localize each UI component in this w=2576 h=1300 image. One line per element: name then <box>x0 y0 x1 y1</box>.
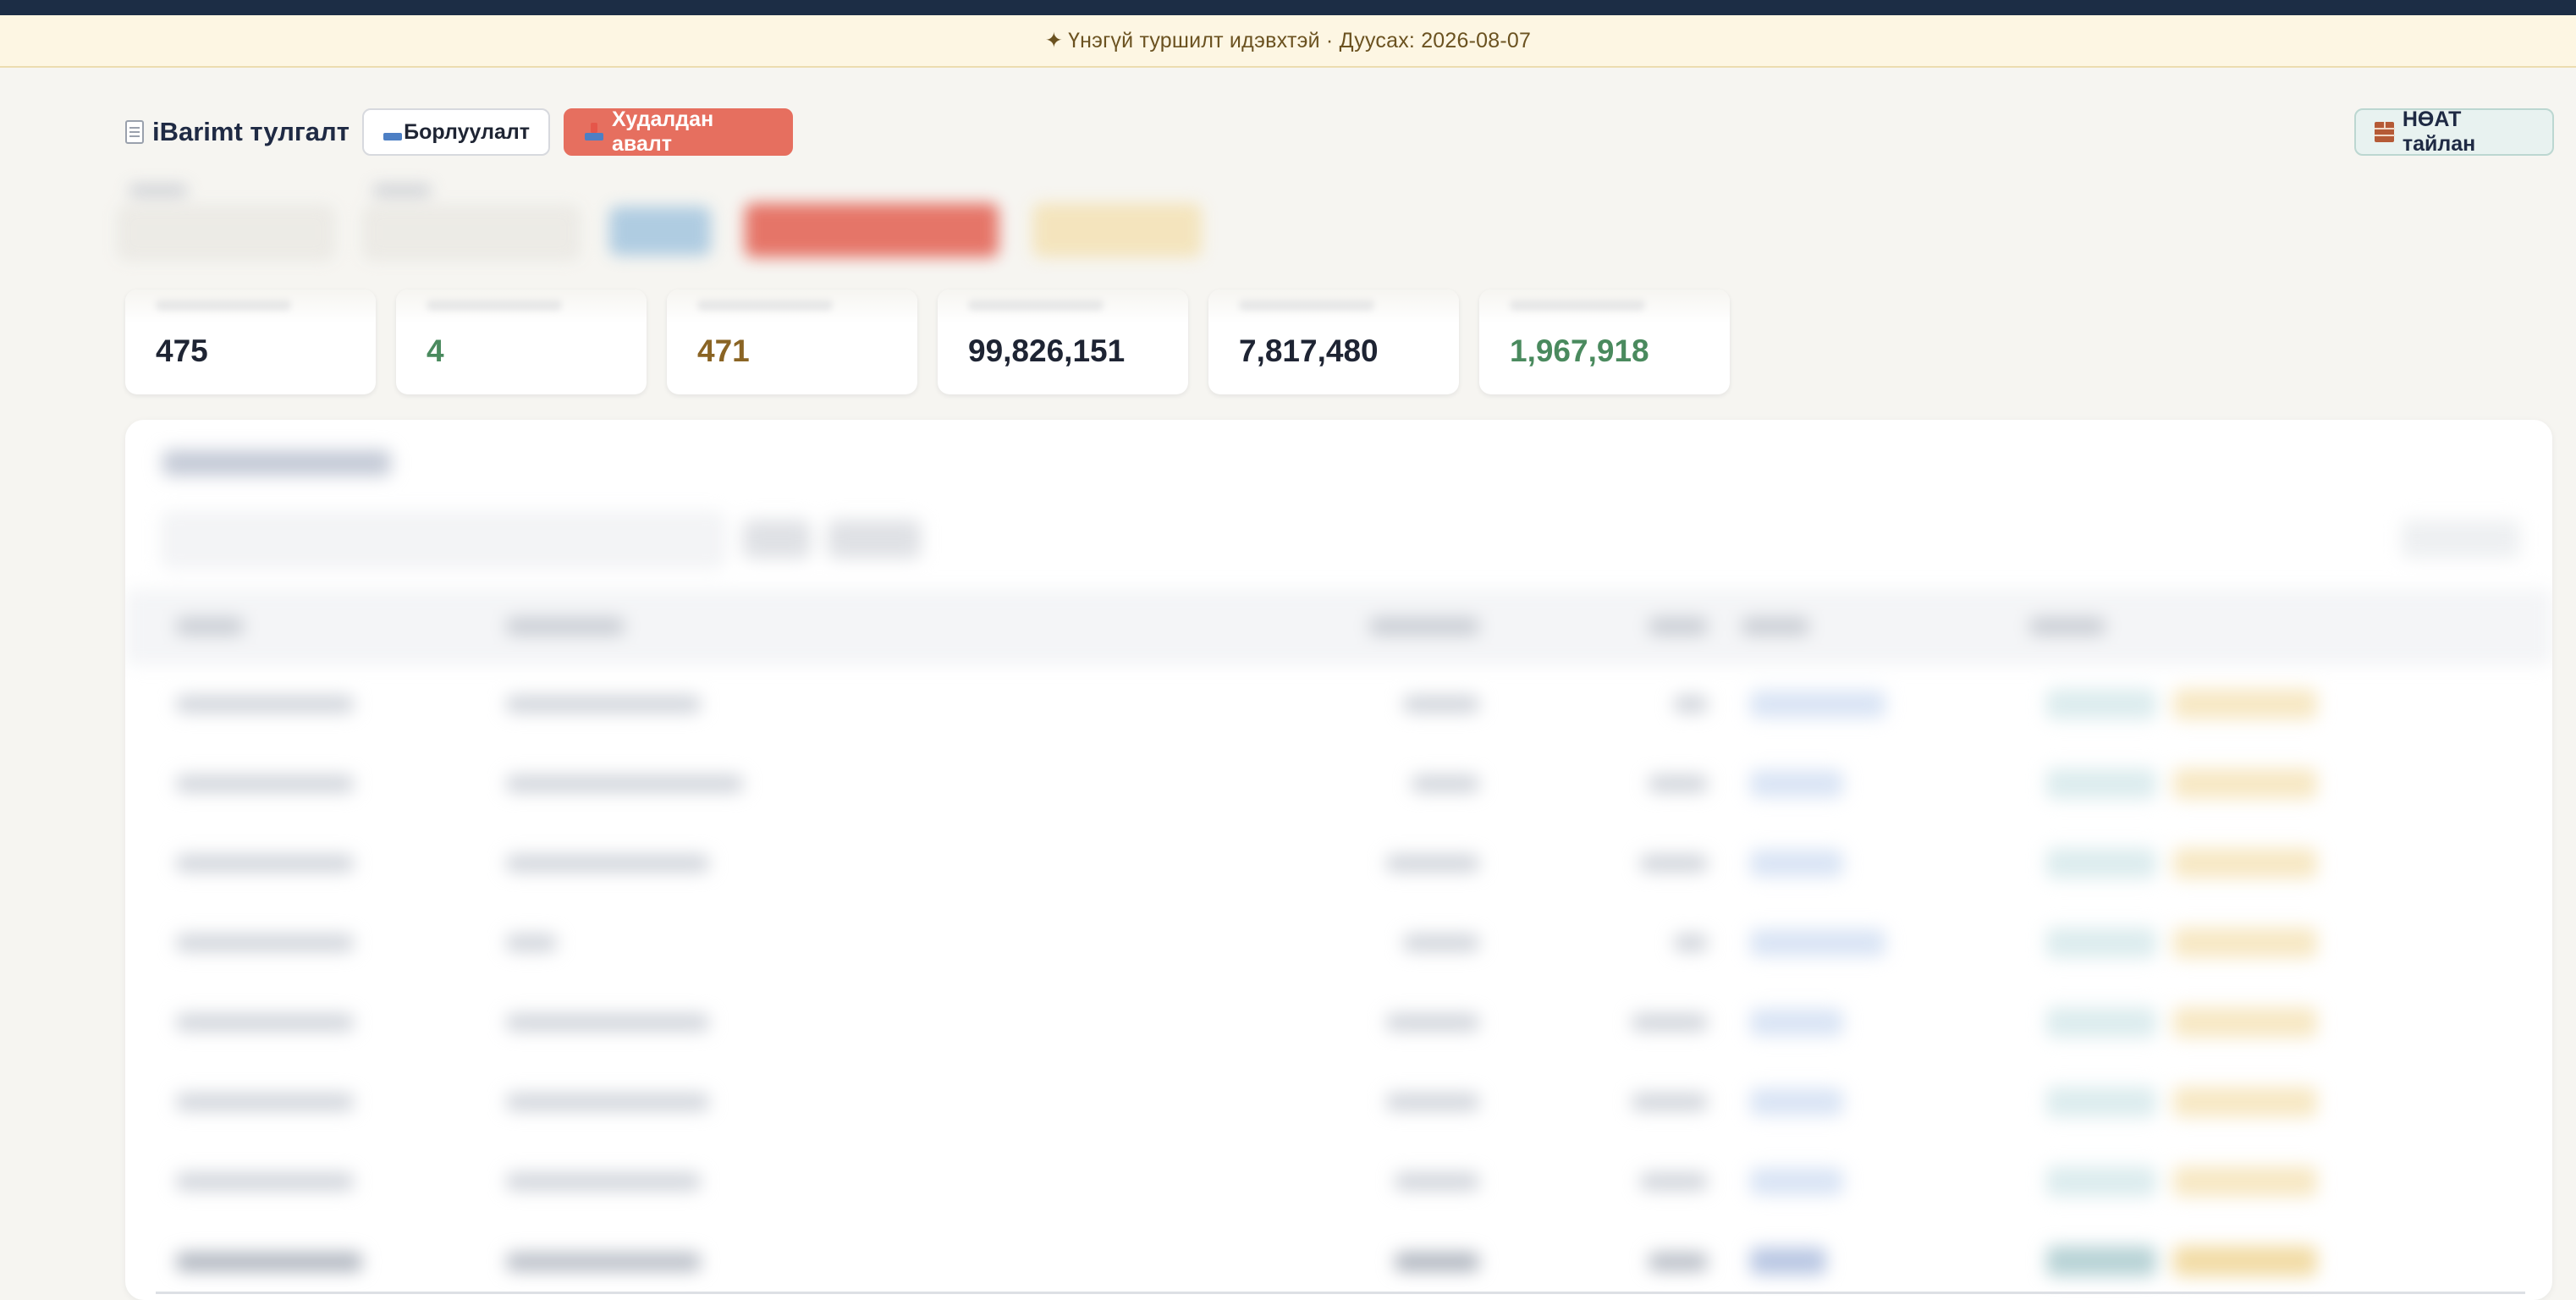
table-row[interactable] <box>125 1063 2552 1143</box>
filter-bar <box>118 179 1219 273</box>
filter-label <box>129 185 188 196</box>
blurred-table-content <box>125 420 2552 1300</box>
table-row[interactable] <box>125 745 2552 824</box>
inbox-tray-icon <box>584 122 604 142</box>
date-to-field[interactable] <box>364 207 579 259</box>
app-header: iBarimt тулгалт Борлуулалт Худалдан авал… <box>0 107 2576 157</box>
filter-chip[interactable] <box>743 520 811 559</box>
sparkle-icon: ✦ <box>1044 29 1064 52</box>
purchase-tab-button[interactable]: Худалдан авалт <box>564 107 793 156</box>
export-button[interactable] <box>2402 520 2520 559</box>
table-row[interactable] <box>125 904 2552 983</box>
primary-action-button[interactable] <box>745 203 999 257</box>
sales-tab-label: Борлуулалт <box>404 119 530 144</box>
trial-banner: ✦ Үнэгүй туршилт идэвхтэй · Дуусах: 2026… <box>0 15 2576 68</box>
table-row[interactable] <box>125 1222 2552 1300</box>
apply-filter-button[interactable] <box>609 207 711 256</box>
panel-title <box>162 450 391 476</box>
trial-banner-text: Үнэгүй туршилт идэвхтэй · Дуусах: 2026-0… <box>1068 28 1532 52</box>
stat-card: 7,817,480 <box>1208 289 1459 394</box>
filter-chip[interactable] <box>828 520 921 559</box>
table-row[interactable] <box>125 983 2552 1063</box>
secondary-action-button[interactable] <box>1032 203 1202 257</box>
receipt-icon <box>125 120 144 144</box>
vat-report-button[interactable]: НӨАТ тайлан <box>2354 107 2554 156</box>
date-from-field[interactable] <box>118 207 333 259</box>
stat-value: 99,826,151 <box>968 333 1126 368</box>
app-title: iBarimt тулгалт <box>152 117 350 146</box>
sales-tab-button[interactable]: Борлуулалт <box>362 108 550 156</box>
table-header <box>125 589 2552 665</box>
stat-card: 4 <box>396 289 647 394</box>
stat-value: 475 <box>156 333 208 368</box>
purchase-tab-label: Худалдан авалт <box>612 107 714 156</box>
stat-value: 4 <box>427 333 444 368</box>
stat-card: 475 <box>125 289 376 394</box>
stat-value: 471 <box>697 333 750 368</box>
outbox-tray-icon <box>383 122 403 142</box>
app-brand: iBarimt тулгалт <box>125 117 350 147</box>
stat-card: 99,826,151 <box>938 289 1188 394</box>
stat-value: 1,967,918 <box>1510 333 1649 368</box>
vat-report-label: НӨАТ тайлан <box>2402 107 2476 156</box>
transactions-panel <box>125 420 2552 1300</box>
stat-card: 1,967,918 <box>1479 289 1730 394</box>
table-row[interactable] <box>125 665 2552 745</box>
stats-row: 475 4 471 99,826,151 7,817,480 1,967,918 <box>125 289 1733 394</box>
stat-value: 7,817,480 <box>1239 333 1379 368</box>
table-row[interactable] <box>125 824 2552 904</box>
top-stripe <box>0 0 2576 15</box>
table-row[interactable] <box>125 1143 2552 1222</box>
search-input[interactable] <box>162 513 724 567</box>
stat-card: 471 <box>667 289 917 394</box>
brick-icon <box>2375 122 2395 142</box>
filter-label <box>372 185 432 196</box>
